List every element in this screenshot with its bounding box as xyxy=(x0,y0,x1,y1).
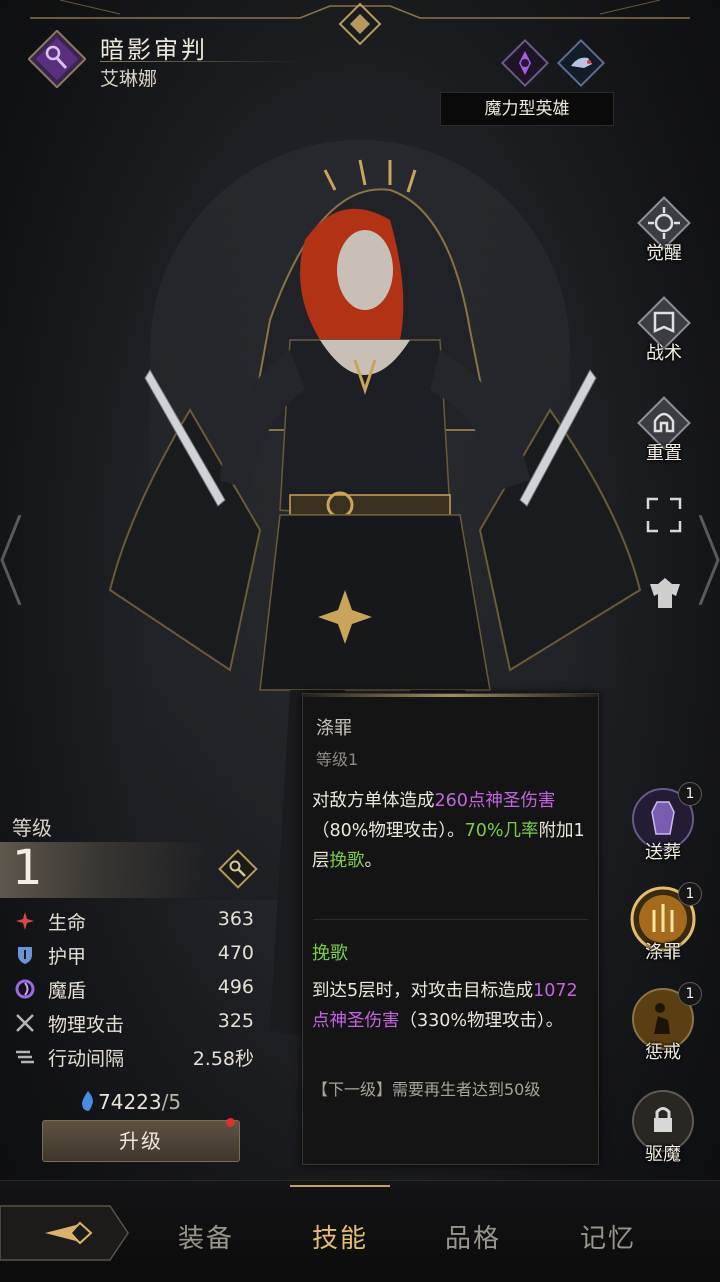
tab-memory[interactable]: 记忆 xyxy=(580,1218,636,1255)
notification-dot xyxy=(226,1118,235,1127)
skill-title: 涤罪 xyxy=(316,718,352,739)
skill-punish[interactable]: 1 惩戒 xyxy=(630,982,702,1076)
crossed-swords-icon xyxy=(16,1014,34,1032)
active-tab-indicator xyxy=(290,1185,390,1187)
heart-icon xyxy=(16,912,34,930)
soul-max: /5 xyxy=(161,1090,182,1114)
stat-name: 护甲 xyxy=(48,946,87,968)
hero-type-label: 魔力型英雄 xyxy=(440,92,614,126)
reset-label: 重置 xyxy=(646,443,682,464)
stat-row-hp: 生命 363 xyxy=(14,906,254,936)
skill-label: 惩戒 xyxy=(645,1042,681,1063)
tactics-label: 战术 xyxy=(646,343,682,364)
awaken-button[interactable]: 觉醒 xyxy=(632,195,696,271)
next-hero-arrow[interactable] xyxy=(698,515,720,605)
skill-purify-selected[interactable]: 1 涤罪 xyxy=(630,882,702,976)
next-level-requirement: 【下一级】需要再生者达到50级 xyxy=(312,1080,541,1099)
class-badge-icon xyxy=(28,30,86,88)
stat-name: 物理攻击 xyxy=(48,1014,125,1036)
tab-equipment[interactable]: 装备 xyxy=(178,1218,234,1255)
skill-tooltip: 涤罪 等级1 对敌方单体造成260点神圣伤害（80%物理攻击）。70%几率附加1… xyxy=(302,693,599,1165)
hero-title: 暗影审判 xyxy=(100,36,208,64)
level-label: 等级 xyxy=(12,816,52,840)
stat-row-attack: 物理攻击 325 xyxy=(14,1008,254,1038)
stat-name: 生命 xyxy=(48,912,87,934)
stat-name: 魔盾 xyxy=(48,980,87,1002)
soul-resource: 74223/5 xyxy=(78,1090,181,1114)
magic-type-icon[interactable] xyxy=(500,38,550,88)
stat-value: 470 xyxy=(217,942,254,964)
skill-exorcism-locked[interactable]: 驱魔 xyxy=(630,1088,696,1178)
title-divider xyxy=(100,61,300,62)
skill-level-badge: 1 xyxy=(678,882,702,906)
hero-name: 艾琳娜 xyxy=(100,68,158,90)
stat-row-armor: 护甲 470 xyxy=(14,940,254,970)
tactics-button[interactable]: 战术 xyxy=(632,295,696,371)
skill-label: 驱魔 xyxy=(645,1144,681,1165)
skill-level-badge: 1 xyxy=(678,782,702,806)
stat-row-magic-shield: 魔盾 496 xyxy=(14,974,254,1004)
level-value: 1 xyxy=(12,840,43,896)
prev-hero-arrow[interactable] xyxy=(0,515,22,605)
awaken-label: 觉醒 xyxy=(646,243,682,264)
sub-effect-description: 到达5层时，对攻击目标造成1072点神圣伤害（330%物理攻击）。 xyxy=(312,981,578,1031)
tooltip-divider xyxy=(313,919,588,920)
tab-quality[interactable]: 品格 xyxy=(445,1218,501,1255)
skill-description: 对敌方单体造成260点神圣伤害（80%物理攻击）。70%几率附加1层挽歌。 xyxy=(312,791,585,871)
shield-icon xyxy=(18,947,32,964)
skill-label: 涤罪 xyxy=(645,942,681,963)
skill-funeral[interactable]: 1 送葬 xyxy=(630,782,702,876)
speed-icon xyxy=(16,1050,34,1064)
reset-button[interactable]: 重置 xyxy=(632,395,696,471)
beast-type-icon[interactable] xyxy=(556,38,606,88)
skill-level: 等级1 xyxy=(316,750,359,769)
stat-value: 325 xyxy=(217,1010,254,1032)
tab-skills[interactable]: 技能 xyxy=(312,1218,368,1255)
stat-name: 行动间隔 xyxy=(48,1048,125,1070)
stat-value: 496 xyxy=(217,976,254,998)
stat-value: 2.58秒 xyxy=(192,1048,254,1070)
soul-flame-icon xyxy=(82,1091,93,1111)
soul-amount: 74223 xyxy=(98,1090,162,1114)
skill-level-badge: 1 xyxy=(678,982,702,1006)
upgrade-button[interactable]: 升级 xyxy=(42,1120,240,1162)
stat-row-speed: 行动间隔 2.58秒 xyxy=(14,1042,254,1072)
magic-shield-icon xyxy=(15,979,35,999)
key-icon[interactable] xyxy=(217,848,259,890)
skill-label: 送葬 xyxy=(645,842,681,863)
back-button[interactable] xyxy=(0,1202,130,1264)
sub-effect-title: 挽歌 xyxy=(312,943,348,964)
fullscreen-icon[interactable] xyxy=(646,497,682,533)
costume-icon[interactable] xyxy=(646,574,684,612)
stat-value: 363 xyxy=(217,908,254,930)
